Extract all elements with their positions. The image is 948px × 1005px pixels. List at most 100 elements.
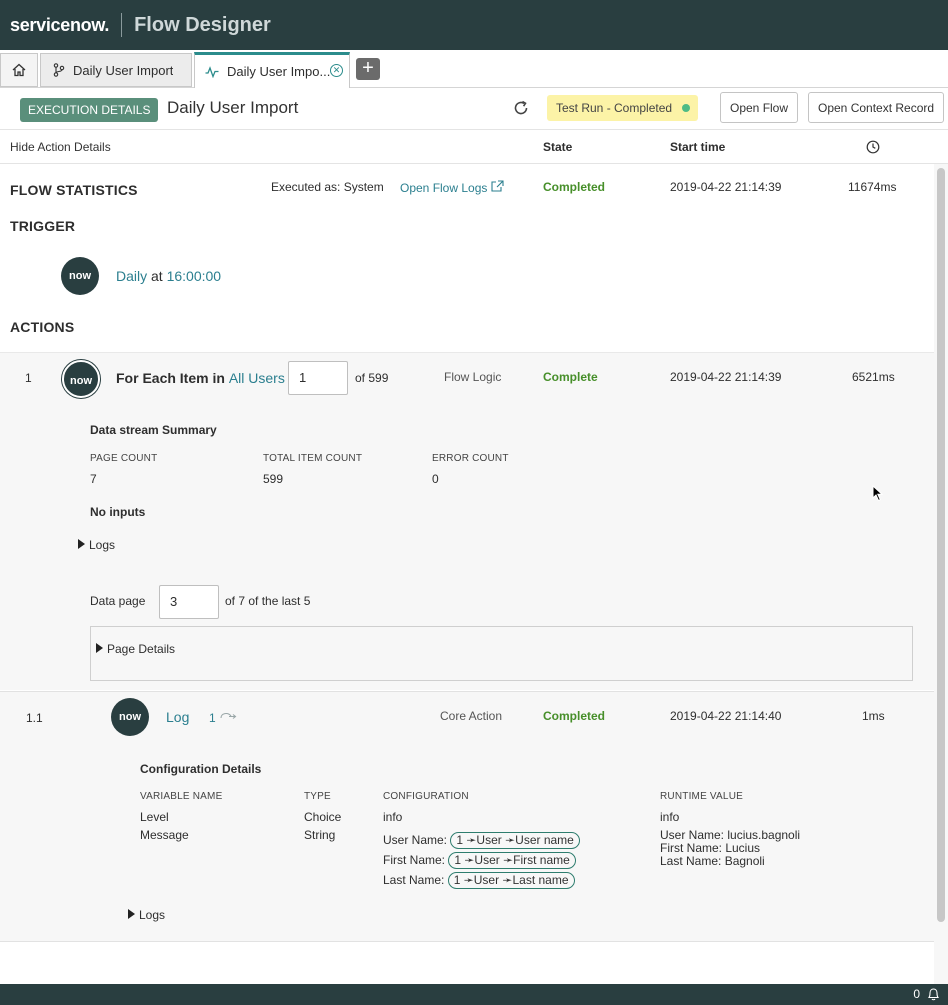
- action-duration: 6521ms: [852, 370, 895, 384]
- logs-toggle[interactable]: Logs: [78, 538, 115, 552]
- brand-separator: [121, 13, 123, 37]
- runtime-message-line: User Name: lucius.bagnoli: [660, 828, 801, 842]
- action-duration: 1ms: [862, 709, 885, 723]
- trigger-summary: Daily at 16:00:00: [116, 268, 221, 284]
- expand-triangle-icon: [128, 909, 135, 919]
- action-start-time: 2019-04-22 21:14:39: [670, 370, 782, 384]
- data-page-label: Data page: [90, 594, 146, 608]
- brand-logo[interactable]: servicenow.: [10, 15, 109, 36]
- data-pill-reference[interactable]: 1: [209, 710, 239, 725]
- page-title: Daily User Import: [167, 98, 299, 117]
- action-number: 1: [25, 371, 32, 385]
- action-start-time: 2019-04-22 21:14:40: [670, 709, 782, 723]
- scrollbar-thumb[interactable]: [937, 168, 945, 922]
- hide-action-details-link[interactable]: Hide Action Details: [10, 140, 111, 154]
- type-level: Choice: [304, 810, 342, 824]
- type-column: TYPE: [304, 791, 331, 802]
- now-logo-icon: now: [62, 360, 100, 398]
- status-badge: Test Run - Completed: [547, 95, 699, 121]
- execution-content[interactable]: FLOW STATISTICS Executed as: System Open…: [0, 164, 934, 984]
- trigger-when-link[interactable]: Daily: [116, 268, 147, 284]
- open-flow-button[interactable]: Open Flow: [720, 92, 799, 123]
- data-page-of: of 7 of the last 5: [225, 594, 311, 608]
- variable-level: Level: [140, 810, 169, 824]
- flow-statistics-heading: FLOW STATISTICS: [10, 182, 138, 198]
- notification-count: 0: [913, 987, 920, 1001]
- actions-heading: ACTIONS: [10, 319, 75, 335]
- data-pill-first-name[interactable]: 1 ➛User ➛First name: [448, 852, 576, 869]
- item-of-count: of 599: [355, 371, 389, 385]
- tab-daily-user-import[interactable]: Daily User Import: [40, 53, 192, 87]
- status-text: Test Run - Completed: [556, 101, 673, 115]
- execution-header: EXECUTION DETAILS Daily User Import Test…: [0, 88, 948, 130]
- expand-triangle-icon: [78, 539, 85, 549]
- data-page-input[interactable]: 3: [159, 585, 219, 619]
- configuration-details-heading: Configuration Details: [140, 762, 262, 776]
- executed-as: Executed as: System: [271, 180, 384, 194]
- refresh-icon[interactable]: [512, 99, 530, 120]
- tab-execution-details[interactable]: Daily User Impo... ✕: [194, 52, 350, 88]
- execution-details-badge: EXECUTION DETAILS: [20, 98, 159, 122]
- column-header: Hide Action Details State Start time: [0, 130, 948, 164]
- home-icon: [12, 63, 26, 77]
- flow-state: Completed: [543, 180, 606, 194]
- variable-message: Message: [140, 828, 189, 842]
- external-link-icon: [491, 180, 504, 192]
- tab-label: Daily User Import: [73, 62, 174, 78]
- data-pill-last-name[interactable]: 1 ➛User ➛Last name: [447, 872, 575, 889]
- runtime-level: info: [660, 810, 680, 824]
- start-time-column-header: Start time: [670, 140, 726, 154]
- bell-icon[interactable]: [927, 987, 940, 1001]
- now-logo-icon: now: [61, 257, 99, 295]
- error-count-label: ERROR COUNT: [432, 453, 509, 464]
- log-action-link[interactable]: Log: [166, 709, 189, 725]
- logs-label: Logs: [89, 538, 116, 552]
- status-dot-icon: [682, 104, 691, 112]
- vertical-scrollbar[interactable]: [934, 164, 948, 984]
- close-tab-icon[interactable]: ✕: [330, 64, 343, 77]
- top-bar: servicenow. Flow Designer: [0, 0, 948, 50]
- page-count-label: PAGE COUNT: [90, 453, 158, 464]
- item-index-input[interactable]: 1: [288, 361, 348, 395]
- logs-label: Logs: [139, 908, 166, 922]
- total-item-count-value: 599: [263, 472, 284, 486]
- now-logo-icon: now: [111, 698, 149, 736]
- tab-home[interactable]: [0, 53, 38, 87]
- action-state: Complete: [543, 370, 598, 384]
- trigger-at: at: [151, 268, 163, 284]
- open-flow-logs-label: Open Flow Logs: [400, 181, 488, 195]
- flow-duration: 11674ms: [848, 180, 897, 194]
- action-title-text: For Each Item in: [116, 370, 225, 386]
- config-level: info: [383, 810, 403, 824]
- runtime-message-line: Last Name: Bagnoli: [660, 854, 765, 868]
- action-row-for-each: 1 now For Each Item in All Users 1 of 59…: [0, 352, 934, 690]
- page-details-toggle[interactable]: Page Details: [96, 642, 175, 656]
- action-type: Flow Logic: [444, 370, 502, 384]
- configuration-column: CONFIGURATION: [383, 791, 469, 802]
- flow-start-time: 2019-04-22 21:14:39: [670, 180, 782, 194]
- tab-bar: Daily User Import Daily User Impo... ✕ +: [0, 50, 948, 88]
- mouse-cursor-icon: [872, 485, 884, 502]
- type-message: String: [304, 828, 336, 842]
- trigger-time-link[interactable]: 16:00:00: [167, 268, 222, 284]
- page-details-panel: Page Details: [90, 626, 913, 681]
- expand-triangle-icon: [96, 643, 103, 653]
- error-count-value: 0: [432, 472, 439, 486]
- config-label: First Name:: [383, 853, 446, 867]
- open-flow-logs-link[interactable]: Open Flow Logs: [400, 180, 504, 195]
- action-type: Core Action: [440, 709, 503, 723]
- runtime-value-column: RUNTIME VALUE: [660, 791, 743, 802]
- activity-icon: [205, 65, 219, 78]
- runtime-message-line: First Name: Lucius: [660, 841, 761, 855]
- reference-arrow-icon: [220, 713, 237, 719]
- add-tab-button[interactable]: +: [356, 58, 380, 80]
- total-item-count-label: TOTAL ITEM COUNT: [263, 453, 363, 464]
- open-context-record-button[interactable]: Open Context Record: [808, 92, 945, 123]
- no-inputs-label: No inputs: [90, 505, 146, 519]
- action-row-log: 1.1 now Log 1 Core Action Completed 2019…: [0, 691, 934, 942]
- logs-toggle[interactable]: Logs: [128, 908, 165, 922]
- data-pill-user-name[interactable]: 1 ➛User ➛User name: [450, 832, 580, 849]
- reference-count: 1: [209, 711, 216, 725]
- all-users-link[interactable]: All Users: [229, 370, 285, 386]
- product-name: Flow Designer: [134, 13, 271, 36]
